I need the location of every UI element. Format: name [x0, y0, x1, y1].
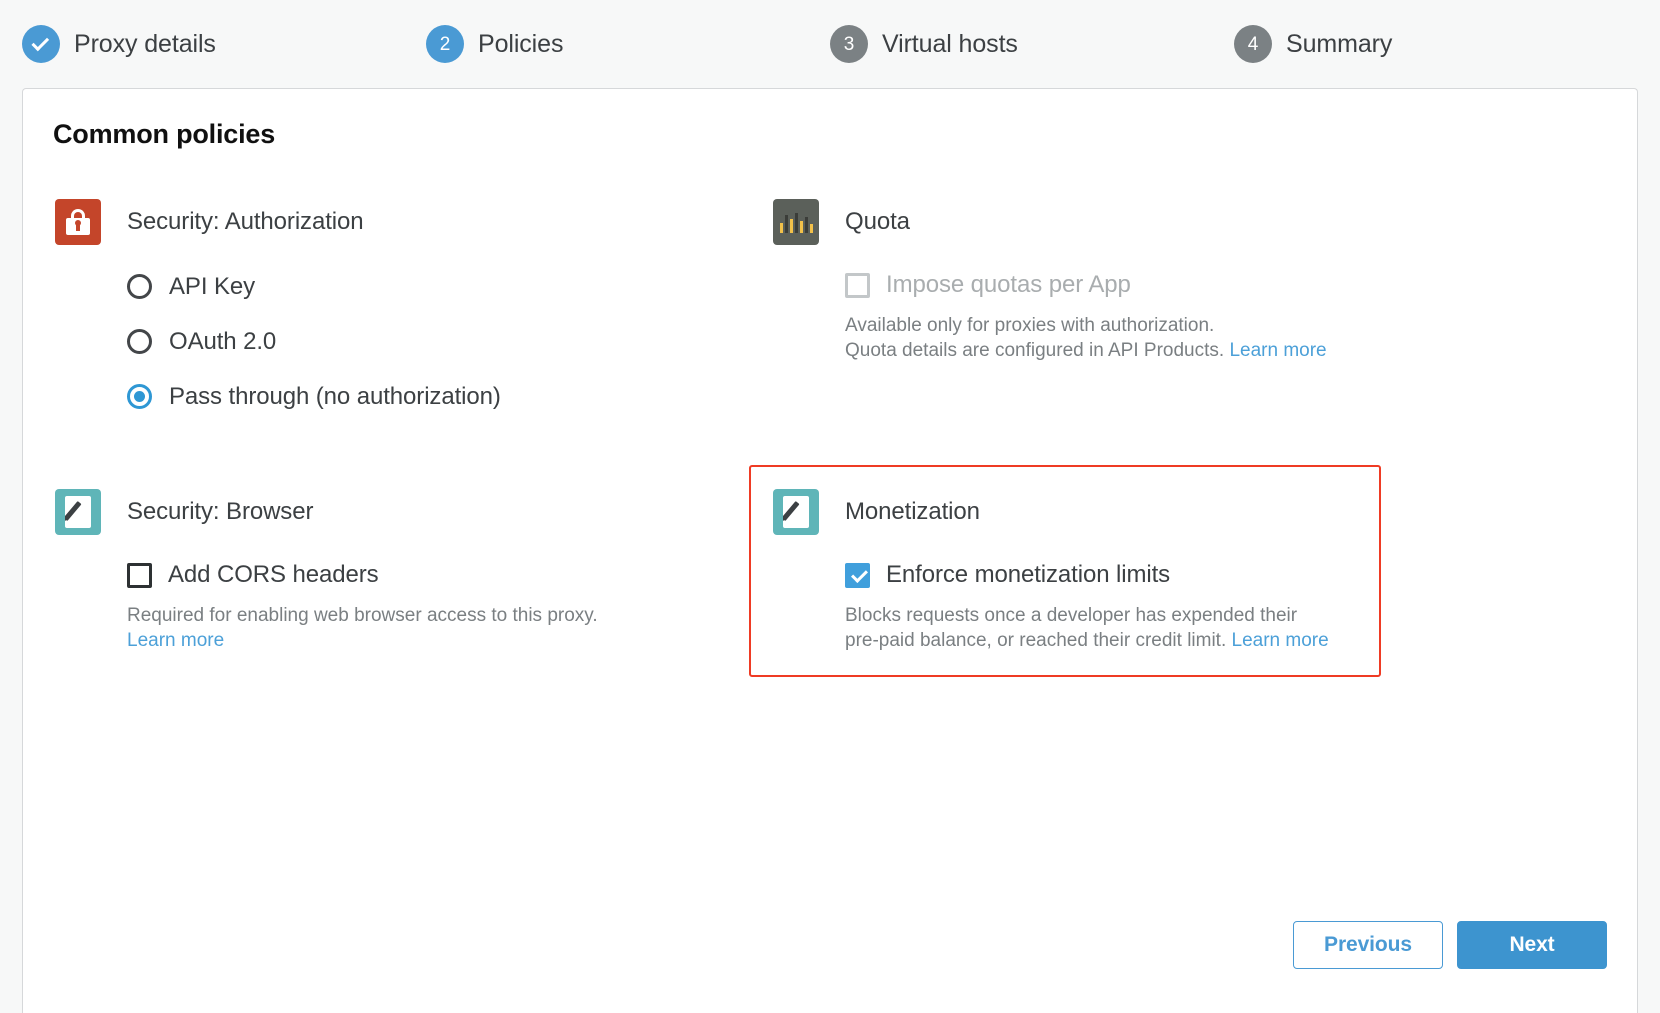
radio-indicator: [127, 329, 152, 354]
lock-icon: [55, 199, 101, 245]
checkbox-label: Enforce monetization limits: [886, 561, 1170, 589]
policy-security-browser: Security: Browser Add CORS headers Requi…: [53, 448, 771, 677]
radio-label: OAuth 2.0: [169, 328, 276, 356]
policy-grid: Security: Authorization API Key OAuth 2.…: [23, 150, 1637, 677]
wizard-step-label: Summary: [1286, 30, 1392, 59]
policy-monetization: Monetization Enforce monetization limits…: [771, 448, 1637, 677]
page-title: Common policies: [23, 89, 1637, 150]
radio-option-api-key[interactable]: API Key: [127, 259, 747, 314]
radio-option-oauth[interactable]: OAuth 2.0: [127, 314, 747, 369]
previous-button[interactable]: Previous: [1293, 921, 1443, 969]
step-badge-number: 3: [830, 25, 868, 63]
radio-label: API Key: [169, 273, 255, 301]
step-badge-completed: [22, 25, 60, 63]
wizard-step-label: Virtual hosts: [882, 30, 1018, 59]
checkbox-add-cors-headers[interactable]: Add CORS headers: [127, 561, 747, 589]
wizard-step-label: Proxy details: [74, 30, 216, 59]
policy-quota: Quota Impose quotas per App Available on…: [771, 150, 1637, 448]
radio-label: Pass through (no authorization): [169, 383, 501, 411]
security-browser-learn-more-link[interactable]: Learn more: [127, 630, 224, 651]
quota-learn-more-link[interactable]: Learn more: [1229, 340, 1326, 361]
wizard-step-summary[interactable]: 4 Summary: [1234, 25, 1638, 63]
common-policies-card: Common policies Security: Authorization: [22, 88, 1638, 1013]
quota-bars-icon: [773, 199, 819, 245]
pencil-icon: [773, 489, 819, 535]
checkbox-label: Impose quotas per App: [886, 271, 1131, 299]
checkbox-indicator: [127, 563, 152, 588]
step-badge-number: 4: [1234, 25, 1272, 63]
wizard-step-proxy-details[interactable]: Proxy details: [22, 25, 426, 63]
checkbox-indicator: [845, 563, 870, 588]
monetization-learn-more-link[interactable]: Learn more: [1232, 630, 1329, 651]
policy-heading: Security: Authorization: [127, 199, 747, 245]
checkbox-impose-quotas: Impose quotas per App: [845, 271, 1613, 299]
quota-help-text: Available only for proxies with authoriz…: [845, 313, 1345, 363]
policy-heading: Quota: [845, 199, 1613, 245]
policy-security-authorization: Security: Authorization API Key OAuth 2.…: [53, 150, 771, 448]
radio-option-pass-through[interactable]: Pass through (no authorization): [127, 369, 747, 424]
wizard-step-label: Policies: [478, 30, 563, 59]
authorization-radio-group: API Key OAuth 2.0 Pass through (no autho…: [127, 259, 747, 424]
checkbox-label: Add CORS headers: [168, 561, 379, 589]
radio-indicator: [127, 384, 152, 409]
checkbox-enforce-monetization-limits[interactable]: Enforce monetization limits: [845, 561, 1357, 589]
wizard-step-virtual-hosts[interactable]: 3 Virtual hosts: [830, 25, 1234, 63]
pencil-icon: [55, 489, 101, 535]
radio-indicator: [127, 274, 152, 299]
policy-heading: Security: Browser: [127, 489, 747, 535]
step-badge-number: 2: [426, 25, 464, 63]
next-button[interactable]: Next: [1457, 921, 1607, 969]
quota-help-line-2: Quota details are configured in API Prod…: [845, 340, 1224, 361]
security-browser-help-text: Required for enabling web browser access…: [127, 603, 627, 653]
monetization-help-line: Blocks requests once a developer has exp…: [845, 605, 1297, 651]
check-icon: [31, 33, 49, 51]
wizard-step-header: Proxy details 2 Policies 3 Virtual hosts…: [0, 0, 1660, 88]
security-browser-help-line: Required for enabling web browser access…: [127, 605, 598, 626]
policy-heading: Monetization: [845, 489, 1357, 535]
wizard-footer: Previous Next: [1293, 921, 1607, 969]
checkbox-indicator: [845, 273, 870, 298]
wizard-step-policies[interactable]: 2 Policies: [426, 25, 830, 63]
monetization-highlight-box: Monetization Enforce monetization limits…: [749, 465, 1381, 677]
monetization-help-text: Blocks requests once a developer has exp…: [845, 603, 1335, 653]
quota-help-line-1: Available only for proxies with authoriz…: [845, 315, 1214, 336]
